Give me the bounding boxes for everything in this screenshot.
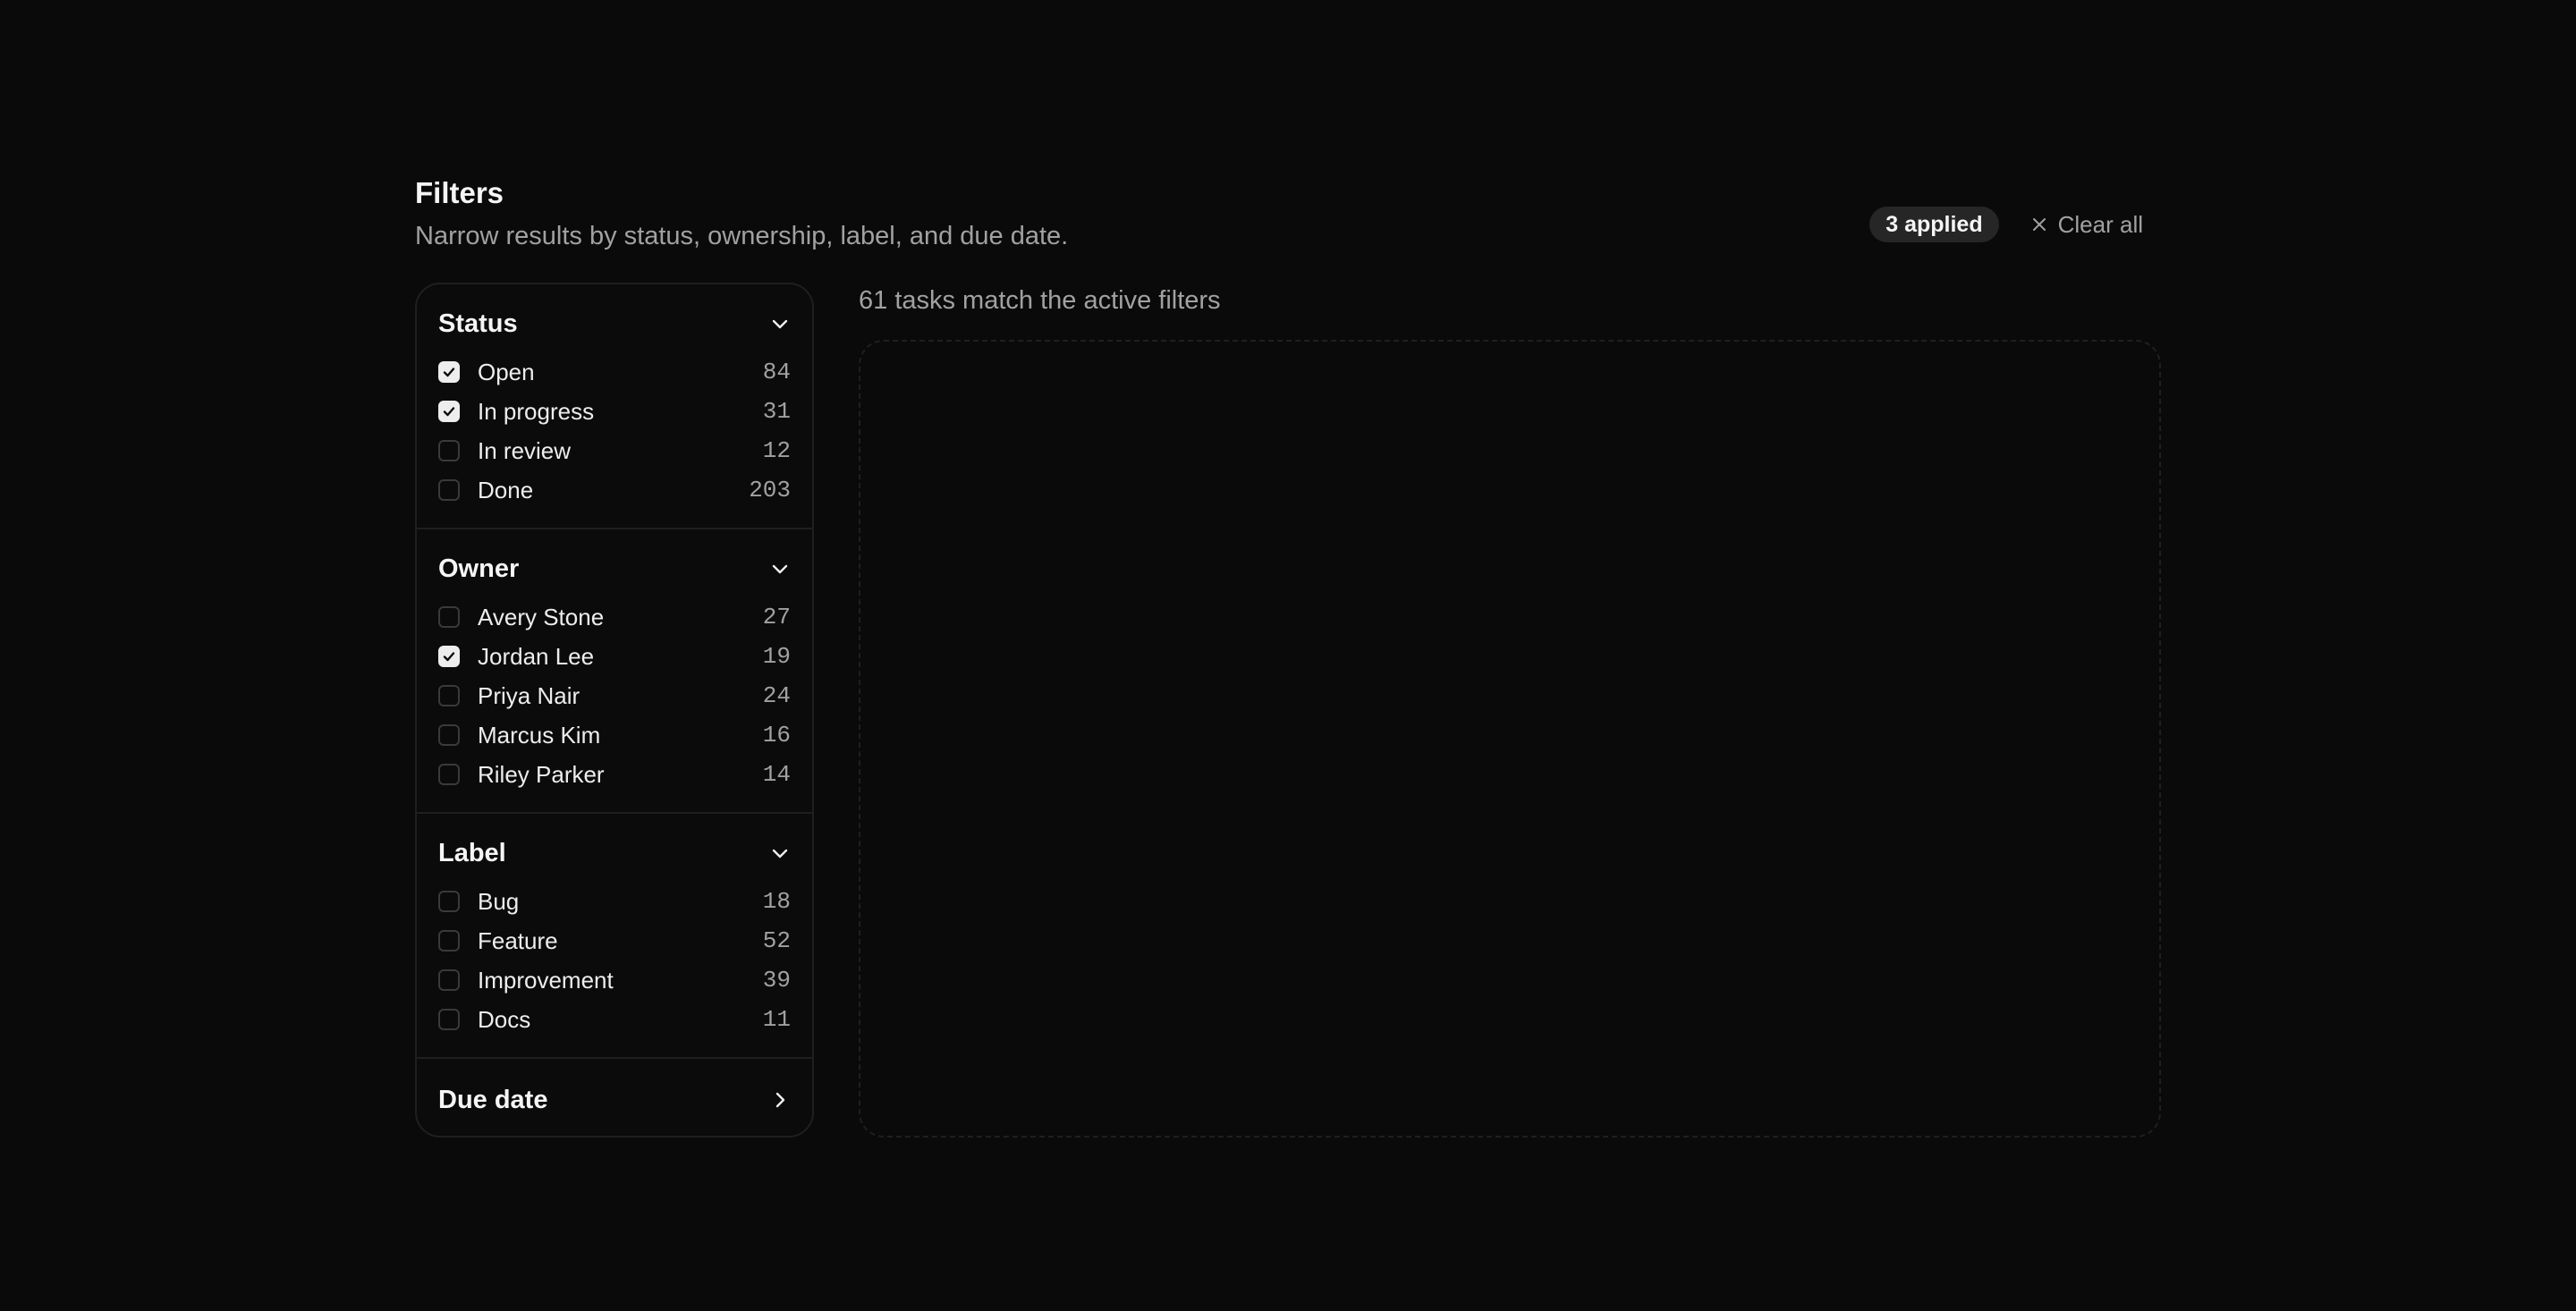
filter-option[interactable]: Marcus Kim 16	[438, 715, 791, 755]
option-label: Priya Nair	[478, 681, 580, 709]
filter-option[interactable]: In review 12	[438, 431, 791, 470]
checkbox[interactable]	[438, 361, 460, 383]
chevron-down-icon	[769, 313, 791, 334]
checkbox[interactable]	[438, 764, 460, 785]
close-icon	[2031, 216, 2047, 233]
section-toggle-due-date[interactable]: Due date	[438, 1080, 791, 1120]
option-label: Docs	[478, 1005, 531, 1033]
option-count: 39	[762, 967, 791, 994]
filter-option[interactable]: Improvement 39	[438, 960, 791, 1000]
checkbox[interactable]	[438, 479, 460, 501]
checkbox[interactable]	[438, 1009, 460, 1030]
option-count: 16	[762, 722, 791, 749]
checkbox[interactable]	[438, 606, 460, 628]
check-icon	[442, 365, 456, 379]
option-count: 203	[749, 477, 791, 503]
filter-section-label: Label Bug 18 Feature 52 Improvement 39 Docs 11	[417, 814, 812, 1059]
checkbox[interactable]	[438, 969, 460, 991]
option-count: 52	[762, 927, 791, 954]
filter-option[interactable]: Feature 52	[438, 921, 791, 960]
filter-option[interactable]: Priya Nair 24	[438, 676, 791, 715]
filter-section-status: Status Open 84 In progress 31 In review 12 Done…	[417, 284, 812, 529]
section-toggle-owner[interactable]: Owner	[438, 549, 791, 588]
option-count: 11	[762, 1006, 791, 1033]
check-icon	[442, 649, 456, 664]
checkbox[interactable]	[438, 401, 460, 422]
checkbox[interactable]	[438, 440, 460, 461]
header-actions: 3 applied Clear all	[1869, 207, 2143, 242]
chevron-down-icon	[769, 558, 791, 579]
checkbox[interactable]	[438, 646, 460, 667]
section-title: Status	[438, 309, 518, 338]
checkbox[interactable]	[438, 930, 460, 952]
checkbox[interactable]	[438, 891, 460, 912]
option-count: 31	[762, 398, 791, 425]
filter-option[interactable]: In progress 31	[438, 392, 791, 431]
section-title: Owner	[438, 554, 520, 583]
section-title: Label	[438, 838, 506, 867]
clear-all-label: Clear all	[2057, 210, 2143, 238]
filter-option[interactable]: Avery Stone 27	[438, 597, 791, 637]
section-toggle-label[interactable]: Label	[438, 833, 791, 873]
results-summary: 61 tasks match the active filters	[859, 286, 1221, 315]
option-count: 19	[762, 643, 791, 670]
chevron-right-icon	[769, 1089, 791, 1111]
option-count: 14	[762, 761, 791, 788]
option-list: Open 84 In progress 31 In review 12 Done 203	[438, 352, 791, 510]
checkbox[interactable]	[438, 724, 460, 746]
chevron-down-icon	[769, 842, 791, 864]
option-count: 27	[762, 604, 791, 630]
page-subtitle: Narrow results by status, ownership, lab…	[415, 222, 1069, 250]
applied-count-badge: 3 applied	[1869, 207, 1999, 242]
filter-option[interactable]: Docs 11	[438, 1000, 791, 1039]
filter-section-due-date: Due date	[417, 1059, 812, 1136]
option-count: 84	[762, 359, 791, 385]
option-label: Open	[478, 358, 535, 385]
filter-option[interactable]: Done 203	[438, 470, 791, 510]
check-icon	[442, 404, 456, 419]
option-label: Riley Parker	[478, 760, 605, 788]
checkbox[interactable]	[438, 685, 460, 706]
option-label: Avery Stone	[478, 603, 605, 630]
option-list: Avery Stone 27 Jordan Lee 19 Priya Nair 24 Mar…	[438, 597, 791, 794]
filter-section-owner: Owner Avery Stone 27 Jordan Lee 19 Priya Nair…	[417, 529, 812, 814]
option-count: 24	[762, 682, 791, 709]
option-label: Jordan Lee	[478, 642, 595, 670]
filter-option[interactable]: Jordan Lee 19	[438, 637, 791, 676]
option-label: Marcus Kim	[478, 721, 601, 749]
page-title: Filters	[415, 176, 504, 209]
option-label: Bug	[478, 887, 520, 915]
option-label: In review	[478, 436, 572, 464]
option-label: Feature	[478, 926, 558, 954]
clear-all-button[interactable]: Clear all	[2031, 211, 2143, 239]
option-label: In progress	[478, 397, 595, 425]
results-area	[859, 340, 2161, 1138]
filter-option[interactable]: Riley Parker 14	[438, 755, 791, 794]
section-toggle-status[interactable]: Status	[438, 304, 791, 343]
option-count: 18	[762, 888, 791, 915]
filter-option[interactable]: Open 84	[438, 352, 791, 392]
section-title: Due date	[438, 1085, 548, 1114]
option-list: Bug 18 Feature 52 Improvement 39 Docs 11	[438, 882, 791, 1039]
filter-option[interactable]: Bug 18	[438, 882, 791, 921]
option-label: Improvement	[478, 966, 614, 994]
option-count: 12	[762, 437, 791, 464]
filter-sidebar: Status Open 84 In progress 31 In review 12 Done…	[415, 283, 814, 1138]
option-label: Done	[478, 476, 534, 503]
filters-page: Filters Narrow results by status, owners…	[0, 0, 2576, 1311]
